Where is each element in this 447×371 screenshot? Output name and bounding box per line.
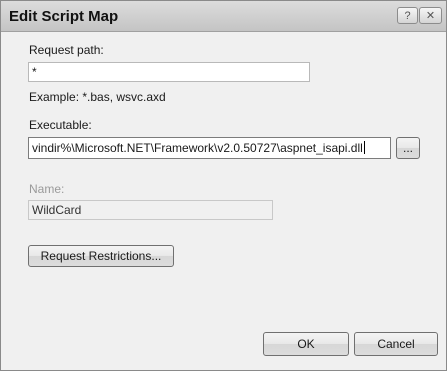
dialog-title: Edit Script Map: [9, 8, 119, 25]
request-restrictions-button[interactable]: Request Restrictions...: [28, 245, 174, 267]
name-input[interactable]: WildCard: [28, 200, 273, 220]
help-button[interactable]: ?: [397, 7, 418, 24]
browse-button-label: ...: [402, 141, 413, 155]
request-restrictions-label: Request Restrictions...: [40, 249, 162, 263]
title-bar[interactable]: Edit Script Map ? ✕: [1, 1, 446, 32]
executable-value: vindir%\Microsoft.NET\Framework\v2.0.507…: [32, 141, 363, 155]
cancel-button[interactable]: Cancel: [354, 332, 438, 356]
request-path-label: Request path:: [29, 43, 104, 57]
ok-button[interactable]: OK: [263, 332, 349, 356]
request-path-example: Example: *.bas, wsvc.axd: [29, 90, 166, 104]
executable-label: Executable:: [29, 118, 92, 132]
executable-input[interactable]: vindir%\Microsoft.NET\Framework\v2.0.507…: [28, 137, 391, 159]
ok-button-label: OK: [297, 337, 315, 351]
edit-script-map-dialog: Edit Script Map ? ✕ Request path: * Exam…: [0, 0, 447, 371]
text-caret: [363, 141, 365, 154]
help-icon: ?: [404, 9, 411, 22]
request-path-input[interactable]: *: [28, 62, 310, 82]
request-path-value: *: [32, 65, 37, 79]
name-value: WildCard: [32, 203, 82, 217]
close-button[interactable]: ✕: [419, 7, 442, 24]
browse-button[interactable]: ...: [396, 137, 420, 159]
dialog-body: Request path: * Example: *.bas, wsvc.axd…: [7, 32, 440, 364]
cancel-button-label: Cancel: [377, 337, 415, 351]
close-icon: ✕: [425, 10, 436, 22]
name-label: Name:: [29, 182, 65, 196]
